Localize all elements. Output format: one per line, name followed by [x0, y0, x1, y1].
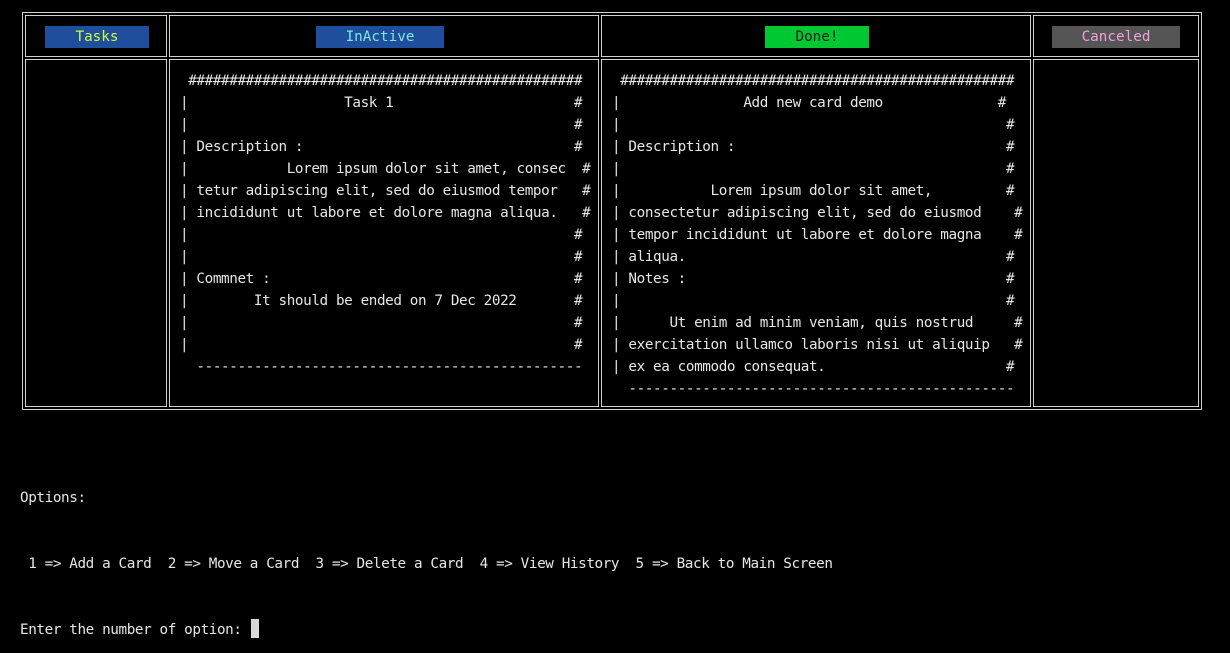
column-header-inactive: InActive	[316, 26, 444, 48]
column-header-tasks: Tasks	[45, 26, 149, 48]
card-line: | tetur adipiscing elit, sed do eiusmod …	[180, 183, 591, 199]
card-line: | Description : #	[612, 139, 1015, 155]
option-prompt-line[interactable]: Enter the number of option:	[20, 619, 833, 641]
column-header-done: Done!	[765, 26, 869, 48]
column-body-inactive: ########################################…	[169, 59, 599, 407]
card-line: | consectetur adipiscing elit, sed do ei…	[612, 205, 1023, 221]
card-line: | ex ea commodo consequat. #	[612, 359, 1015, 375]
card-line: ----------------------------------------…	[612, 381, 1015, 397]
card-line: | It should be ended on 7 Dec 2022 #	[180, 293, 583, 309]
card-line: | #	[180, 337, 583, 353]
card-line: | #	[180, 315, 583, 331]
header-cell-inactive: InActive	[169, 15, 599, 57]
card-line: ########################################…	[180, 73, 583, 89]
card-line: | Lorem ipsum dolor sit amet, consec #	[180, 161, 591, 177]
option-prompt: Enter the number of option:	[20, 622, 250, 638]
card-line: | Notes : #	[612, 271, 1015, 287]
card-line: | incididunt ut labore et dolore magna a…	[180, 205, 591, 221]
header-cell-tasks: Tasks	[25, 15, 167, 57]
card-line: | #	[180, 249, 583, 265]
column-body-canceled	[1033, 59, 1199, 407]
card-line: | Task 1 #	[180, 95, 583, 111]
kanban-board: Tasks InActive Done! Canceled ##########…	[22, 12, 1202, 410]
card-line: | #	[612, 293, 1015, 309]
task-card-done[interactable]: ########################################…	[612, 70, 1023, 400]
card-line: | #	[180, 117, 583, 133]
column-body-done: ########################################…	[601, 59, 1031, 407]
card-line: | #	[612, 161, 1015, 177]
card-line: ########################################…	[612, 73, 1015, 89]
column-body-tasks	[25, 59, 167, 407]
card-line: | exercitation ullamco laboris nisi ut a…	[612, 337, 1023, 353]
card-line: | Lorem ipsum dolor sit amet, #	[612, 183, 1015, 199]
card-line: ----------------------------------------…	[180, 359, 583, 375]
card-line: | Description : #	[180, 139, 583, 155]
task-card-inactive[interactable]: ########################################…	[180, 70, 591, 378]
column-header-canceled: Canceled	[1052, 26, 1180, 48]
card-line: | aliqua. #	[612, 249, 1015, 265]
options-label: Options:	[20, 490, 86, 506]
card-line: | #	[612, 117, 1015, 133]
card-line: | #	[180, 227, 583, 243]
card-line: | Commnet : #	[180, 271, 583, 287]
text-cursor	[250, 619, 259, 638]
card-line: | Add new card demo #	[612, 95, 1006, 111]
options-menu: 1 => Add a Card 2 => Move a Card 3 => De…	[20, 556, 833, 572]
card-line: | Ut enim ad minim veniam, quis nostrud …	[612, 315, 1023, 331]
header-cell-canceled: Canceled	[1033, 15, 1199, 57]
card-line: | tempor incididunt ut labore et dolore …	[612, 227, 1023, 243]
header-cell-done: Done!	[601, 15, 1031, 57]
terminal-console: Options: 1 => Add a Card 2 => Move a Car…	[20, 443, 833, 653]
